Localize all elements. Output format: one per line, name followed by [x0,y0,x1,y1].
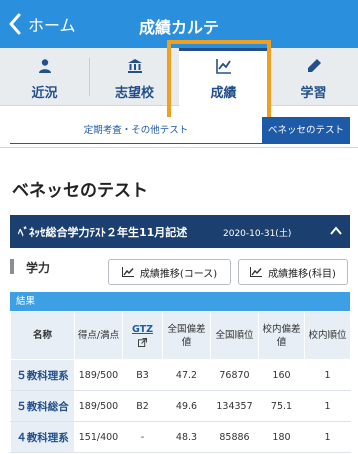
page-title: 成績カルテ [138,18,219,37]
row-name: ５教科理系 [10,359,75,391]
cell-gtz: B3 [122,359,163,391]
row-name: ５教科総合 [10,390,75,422]
trend-subject-button[interactable]: 成績推移(科目) [238,259,348,285]
line-chart-icon [121,267,134,277]
table-header-row: 名称 得点/満点 GTZ 全国偏差値 全国順位 校内偏差値 校内順位 [10,311,351,360]
table-row: ５教科総合 189/500 B2 49.6 134357 75.1 1 [10,390,351,422]
tab-grades[interactable]: 成績 [179,48,268,106]
cell-national-deviation: 48.3 [162,421,211,453]
column-header: 校内偏差値 [258,311,305,360]
pencil-icon [307,59,321,72]
test-name: ﾍﾞﾈｯｾ総合学力ﾃｽﾄ２年生11月記述 [18,226,188,239]
section-title: ベネッセのテスト [12,181,148,201]
table-row: ４教科理系 151/400 - 48.3 85886 180 1 [10,421,351,453]
cell-school-rank: 1 [304,421,351,453]
cell-school-deviation: 75.1 [258,390,305,422]
results-header: 結果 [10,292,350,311]
gtz-link[interactable]: GTZ [132,324,153,335]
cell-national-deviation: 47.2 [162,359,211,391]
divider [0,147,358,148]
subject-label: 学力 [26,261,51,275]
cell-school-rank: 1 [304,359,351,391]
trend-subject-label: 成績推移(科目) [268,268,336,280]
column-header: 全国順位 [210,311,259,360]
cell-school-deviation: 180 [258,421,305,453]
cell-score: 189/500 [74,359,123,391]
tab-label: 成績 [210,86,237,101]
line-chart-icon [215,59,231,74]
main-tabs: 近況 志望校 成績 学習 [0,48,358,106]
person-icon [38,59,51,73]
subtab-benesse-tests[interactable]: ベネッセのテスト [262,117,350,144]
tab-study[interactable]: 学習 [269,48,358,106]
tab-target-school[interactable]: 志望校 [90,48,179,106]
tab-label: 近況 [31,86,58,101]
results-table-wrap: 名称 得点/満点 GTZ 全国偏差値 全国順位 校内偏差値 校内順位 ５教科理系… [10,311,351,453]
trend-course-label: 成績推移(コース) [139,268,218,280]
test-type-tabs: 定期考査・その他テスト ベネッセのテスト [10,117,350,144]
cell-national-rank: 76870 [210,359,259,391]
cell-national-rank: 134357 [210,390,259,422]
row-name: ４教科理系 [10,421,75,453]
subject-marker [10,259,14,274]
subtab-periodic-tests[interactable]: 定期考査・その他テスト [10,117,262,144]
external-link-icon [138,337,147,347]
tab-label: 学習 [300,86,327,101]
test-accordion-header[interactable]: ﾍﾞﾈｯｾ総合学力ﾃｽﾄ２年生11月記述 2020-10-31(土) [10,215,350,248]
results-table: 名称 得点/満点 GTZ 全国偏差値 全国順位 校内偏差値 校内順位 ５教科理系… [10,311,351,453]
cell-gtz: - [122,421,163,453]
cell-score: 189/500 [74,390,123,422]
app-header: ホーム 成績カルテ [0,0,358,48]
test-date: 2020-10-31(土) [223,229,292,239]
column-header: 得点/満点 [74,311,123,360]
cell-school-deviation: 160 [258,359,305,391]
column-header: 校内順位 [304,311,351,360]
cell-score: 151/400 [74,421,123,453]
cell-national-deviation: 49.6 [162,390,211,422]
column-header: 名称 [10,311,75,360]
gtz-column-header[interactable]: GTZ [122,311,163,360]
line-chart-icon [250,267,263,277]
table-row: ５教科理系 189/500 B3 47.2 76870 160 1 [10,359,351,391]
cell-school-rank: 1 [304,390,351,422]
cell-national-rank: 85886 [210,421,259,453]
trend-course-button[interactable]: 成績推移(コース) [108,259,231,285]
cell-gtz: B2 [122,390,163,422]
column-header: 全国偏差値 [162,311,211,360]
tab-recent[interactable]: 近況 [0,48,89,106]
tab-label: 志望校 [114,86,154,101]
building-icon [127,59,142,73]
chevron-up-icon [330,226,342,235]
